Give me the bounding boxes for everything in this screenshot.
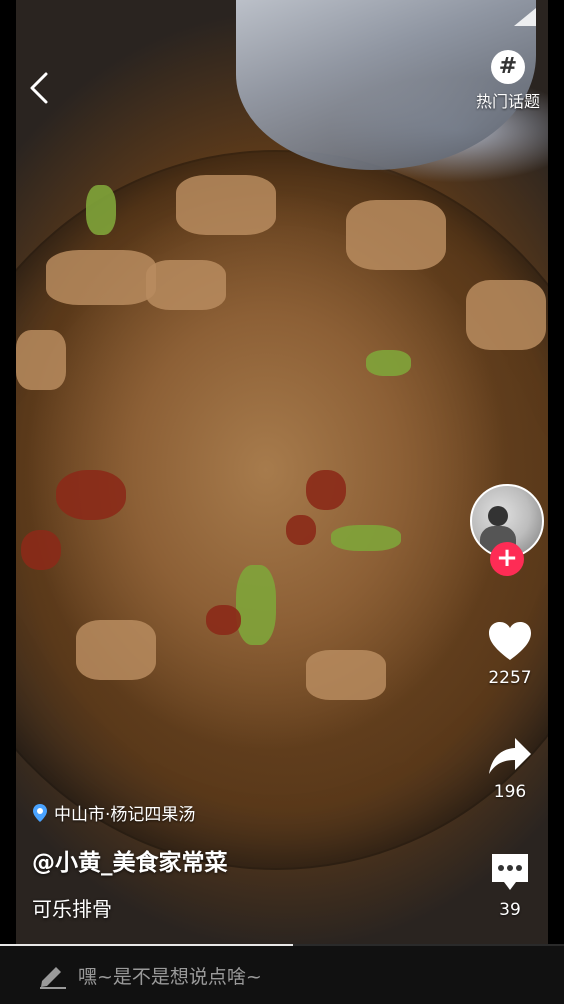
app-frame: # 热门话题 + 2257 196 39 中山市·杨记四果汤 @小黄_美食家常菜… <box>0 0 564 1004</box>
comment-bubble-icon <box>492 854 528 890</box>
green-pepper <box>331 525 401 551</box>
green-pepper <box>86 185 116 235</box>
rib-piece <box>146 260 226 310</box>
back-chevron-icon[interactable] <box>28 70 52 106</box>
like-count: 2257 <box>488 668 532 688</box>
star-anise <box>21 530 61 570</box>
video-caption: 可乐排骨 <box>32 897 112 921</box>
avatar-head <box>488 506 508 526</box>
rib-piece <box>346 200 446 270</box>
comment-placeholder: 嘿~是不是想说点啥~ <box>78 965 262 988</box>
star-anise <box>286 515 316 545</box>
rib-piece <box>46 250 156 305</box>
rib-piece <box>306 650 386 700</box>
green-pepper <box>236 565 276 645</box>
share-count: 196 <box>493 782 527 802</box>
trending-topics-button[interactable]: # 热门话题 <box>466 50 550 112</box>
author-name[interactable]: @小黄_美食家常菜 <box>32 843 452 877</box>
video-info: 中山市·杨记四果汤 @小黄_美食家常菜 可乐排骨 <box>32 800 452 922</box>
location-tag[interactable]: 中山市·杨记四果汤 <box>32 800 452 825</box>
author-avatar-group: + <box>470 484 546 576</box>
comment-button[interactable]: 39 <box>474 850 546 920</box>
rib-piece <box>76 620 156 680</box>
rib-piece <box>16 330 66 390</box>
hashtag-icon: # <box>491 50 525 84</box>
trending-topics-label: 热门话题 <box>475 92 540 111</box>
location-label: 中山市·杨记四果汤 <box>54 805 196 825</box>
location-pin-icon <box>33 803 47 822</box>
signal-icon <box>514 8 536 26</box>
comment-count: 39 <box>499 900 521 920</box>
follow-button[interactable]: + <box>490 542 524 576</box>
rib-piece <box>466 280 546 350</box>
star-anise <box>56 470 126 520</box>
pencil-icon <box>40 967 66 989</box>
status-bar <box>0 0 564 32</box>
like-button[interactable]: 2257 <box>474 620 546 688</box>
star-anise <box>206 605 241 635</box>
rib-piece <box>176 175 276 235</box>
green-pepper <box>366 350 411 376</box>
star-anise <box>306 470 346 510</box>
share-button[interactable]: 196 <box>474 736 546 802</box>
share-arrow-icon <box>489 738 531 774</box>
comment-input-bar[interactable]: 嘿~是不是想说点啥~ <box>0 946 564 1004</box>
heart-icon <box>489 622 531 660</box>
